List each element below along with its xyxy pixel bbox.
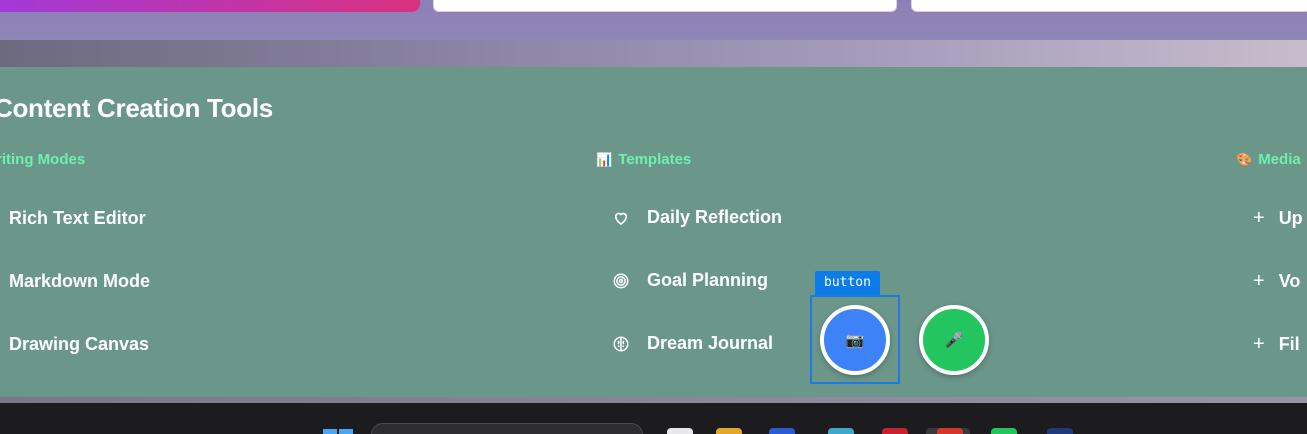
target-icon	[611, 271, 631, 291]
taskbar-app-icon[interactable]	[882, 428, 908, 434]
taskbar-search-box[interactable]	[371, 423, 643, 434]
taskbar-app-icon[interactable]	[991, 428, 1017, 434]
top-band	[0, 0, 1307, 40]
item-label: Vo	[1278, 271, 1301, 291]
plus-icon: +	[1253, 270, 1265, 292]
taskbar-app-icon[interactable]	[1047, 428, 1073, 434]
media-voice-option[interactable]: + Vo	[1253, 270, 1300, 293]
folder-icon[interactable]	[716, 428, 742, 434]
taskbar-app-icon[interactable]	[937, 428, 963, 434]
microphone-icon: 🎤	[944, 332, 964, 349]
section-title: Content Creation Tools	[0, 93, 273, 123]
taskbar-app-icon[interactable]	[769, 428, 795, 434]
rich-text-editor-option[interactable]: Rich Text Editor	[9, 208, 146, 229]
divider-strip	[0, 40, 1307, 67]
taskbar-app-icon[interactable]	[828, 428, 854, 434]
heart-icon	[611, 208, 631, 228]
dream-journal-template[interactable]: Dream Journal	[611, 333, 773, 354]
item-label: Drawing Canvas	[9, 334, 150, 354]
windows-start-icon[interactable]	[323, 429, 353, 434]
item-label: Fil	[1278, 334, 1300, 354]
drawing-canvas-option[interactable]: Drawing Canvas	[9, 334, 149, 355]
templates-heading-label: Templates	[618, 151, 692, 168]
daily-reflection-template[interactable]: Daily Reflection	[611, 207, 782, 228]
primary-action-bar[interactable]	[0, 0, 420, 12]
writing-modes-heading-label: riting Modes	[0, 151, 86, 168]
palette-icon: 🎨	[1236, 152, 1253, 167]
camera-button[interactable]: 📷	[820, 305, 890, 375]
media-heading-label: Media	[1258, 151, 1301, 168]
taskbar-app-icon[interactable]	[667, 428, 693, 434]
media-upload-option[interactable]: + Up	[1253, 207, 1303, 230]
camera-icon: 📷	[845, 332, 865, 349]
top-input-field-2[interactable]	[911, 0, 1307, 12]
goal-planning-template[interactable]: Goal Planning	[611, 270, 768, 291]
plus-icon: +	[1253, 333, 1265, 355]
media-heading: 🎨 Media	[1236, 151, 1301, 168]
templates-heading: 📊 Templates	[596, 151, 691, 168]
item-label: Dream Journal	[647, 333, 774, 353]
item-label: Rich Text Editor	[9, 208, 146, 228]
markdown-mode-option[interactable]: Markdown Mode	[9, 271, 150, 292]
top-input-field-1[interactable]	[433, 0, 897, 12]
inspector-tooltip: button	[815, 271, 880, 295]
item-label: Markdown Mode	[9, 271, 151, 291]
media-file-option[interactable]: + Fil	[1253, 333, 1300, 356]
content-creation-panel: Content Creation Tools riting Modes Rich…	[0, 67, 1307, 397]
chart-icon: 📊	[596, 152, 613, 167]
plus-icon: +	[1253, 207, 1265, 229]
item-label: Up	[1278, 208, 1303, 228]
item-label: Daily Reflection	[647, 207, 783, 227]
writing-modes-heading: riting Modes	[0, 151, 85, 168]
microphone-button[interactable]: 🎤	[919, 305, 989, 375]
os-taskbar	[0, 403, 1307, 434]
item-label: Goal Planning	[647, 270, 769, 290]
brain-icon	[611, 334, 631, 354]
